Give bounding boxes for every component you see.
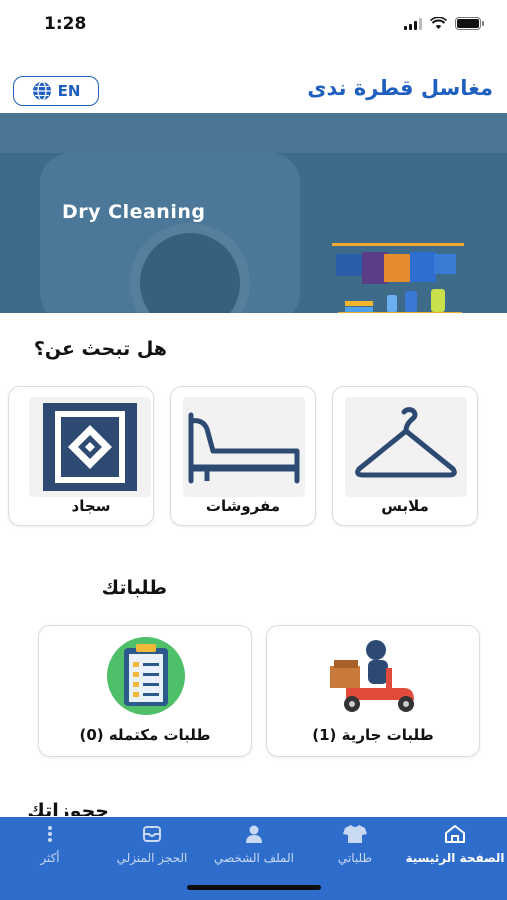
home-indicator	[187, 885, 321, 890]
nav-more[interactable]: أكثر	[0, 823, 100, 865]
delivery-scooter-icon	[330, 640, 414, 712]
bed-icon	[188, 412, 300, 484]
home-icon	[445, 825, 465, 843]
language-button[interactable]: EN	[13, 76, 99, 106]
nav-label: الصفحة الرئيسية	[405, 851, 505, 865]
nav-home-booking[interactable]: الحجز المنزلي	[102, 823, 202, 865]
category-label: مفروشات	[205, 497, 281, 515]
nav-label: طلباتي	[337, 851, 373, 865]
globe-icon	[32, 81, 51, 101]
more-icon	[48, 826, 52, 842]
person-icon	[246, 825, 262, 843]
hanging-clothes-illustration	[336, 252, 456, 284]
bookings-title-partial: حجوزاتك	[27, 800, 109, 816]
category-card-carpets[interactable]: سجاد	[8, 386, 154, 526]
nav-label: الملف الشخصي	[214, 851, 294, 865]
orders-title: طلباتك	[101, 577, 167, 599]
category-label: سجاد	[71, 497, 111, 515]
nav-home[interactable]: الصفحة الرئيسية	[405, 823, 505, 865]
battery-icon	[455, 17, 484, 30]
nav-label: الحجز المنزلي	[116, 851, 188, 865]
promo-banner[interactable]: Dry Cleaning	[0, 113, 507, 313]
category-label: ملابس	[381, 497, 429, 515]
order-label: طلبات مكتمله (0)	[79, 726, 211, 744]
language-label: EN	[57, 82, 81, 100]
app-header: EN مغاسل قطرة ندى	[0, 70, 507, 112]
category-card-clothes[interactable]: ملابس	[332, 386, 478, 526]
nav-profile[interactable]: الملف الشخصي	[204, 823, 304, 865]
completed-orders-card[interactable]: طلبات مكتمله (0)	[38, 625, 252, 757]
wifi-icon	[430, 17, 447, 29]
category-card-bedding[interactable]: مفروشات	[170, 386, 316, 526]
detergent-bottles-illustration	[345, 289, 445, 312]
ongoing-orders-card[interactable]: طلبات جارية (1)	[266, 625, 480, 757]
checklist-icon	[107, 637, 185, 715]
hanger-icon	[355, 407, 457, 478]
status-bar: 1:28	[0, 0, 507, 50]
status-time: 1:28	[44, 14, 87, 34]
app-title: مغاسل قطرة ندى	[307, 76, 493, 100]
nav-my-orders[interactable]: طلباتي	[305, 823, 405, 865]
categories-title: هل تبحث عن؟	[33, 338, 167, 360]
order-label: طلبات جارية (1)	[312, 726, 434, 744]
status-icons	[404, 17, 484, 30]
box-icon	[143, 826, 161, 842]
signal-icon	[404, 17, 422, 30]
carpet-icon	[43, 403, 137, 491]
shirt-icon	[343, 825, 367, 843]
banner-text: Dry Cleaning	[62, 201, 206, 223]
nav-label: أكثر	[40, 851, 60, 865]
